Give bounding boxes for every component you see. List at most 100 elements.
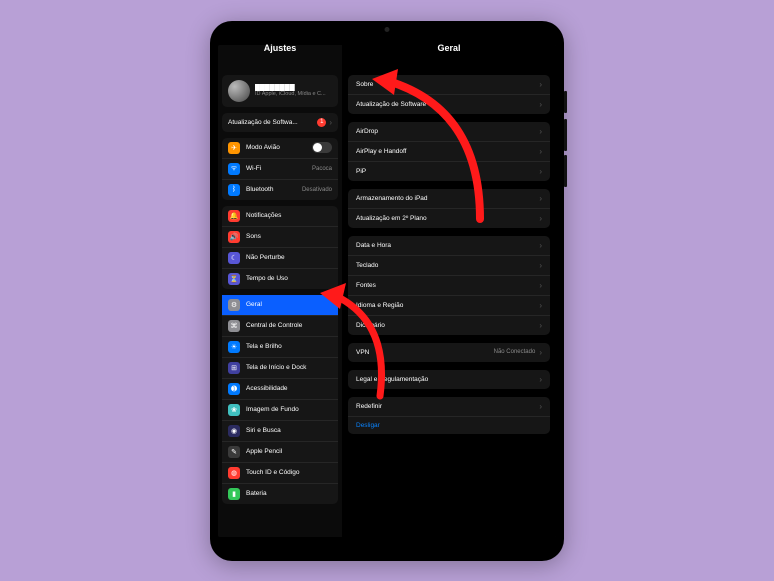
volume-up-button[interactable] <box>564 119 567 151</box>
airplane-icon: ✈ <box>228 142 240 154</box>
sidebar-item-imagem-de-fundo[interactable]: ❀ Imagem de Fundo <box>222 399 338 420</box>
chevron-right-icon: › <box>539 321 542 330</box>
detail-row-label: PiP <box>356 168 539 175</box>
chevron-right-icon: › <box>329 118 332 127</box>
sidebar-item-label: Bluetooth <box>246 186 298 193</box>
sidebar-item-label: Modo Avião <box>246 144 312 151</box>
volume-down-button[interactable] <box>564 155 567 187</box>
home-icon: ⊞ <box>228 362 240 374</box>
detail-row-label: Armazenamento do iPad <box>356 195 539 202</box>
detail-row-redefinir[interactable]: Redefinir› <box>348 397 550 416</box>
detail-row-atualiza-o-em-2-plano[interactable]: Atualização em 2º Plano› <box>348 208 550 228</box>
sidebar-group-connectivity: ✈Modo AviãoᯤWi-FiPacocaᛒBluetoothDesativ… <box>222 138 338 200</box>
sidebar-item-wi-fi[interactable]: ᯤWi-FiPacoca <box>222 158 338 179</box>
sidebar-item-label: Tempo de Uso <box>246 275 332 282</box>
sidebar-item-touch-id-e-c-digo[interactable]: ◍ Touch ID e Código <box>222 462 338 483</box>
sidebar-item-label: Notificações <box>246 212 332 219</box>
toggle-switch[interactable] <box>312 142 332 153</box>
moon-icon: ☾ <box>228 252 240 264</box>
detail-row-label: AirPlay e Handoff <box>356 148 539 155</box>
detail-row-teclado[interactable]: Teclado› <box>348 255 550 275</box>
detail-row-label: Dicionário <box>356 322 539 329</box>
sidebar-item-label: Imagem de Fundo <box>246 406 332 413</box>
sidebar-item-central-de-controle[interactable]: ⌘ Central de Controle <box>222 315 338 336</box>
sidebar-item-bluetooth[interactable]: ᛒBluetoothDesativado <box>222 179 338 200</box>
software-update-banner[interactable]: Atualização de Softwa... 1 › <box>222 113 338 132</box>
brightness-icon: ☀ <box>228 341 240 353</box>
chevron-right-icon: › <box>539 261 542 270</box>
bluetooth-icon: ᛒ <box>228 184 240 196</box>
detail-row-label: Sobre <box>356 81 539 88</box>
sidebar-item-siri-e-busca[interactable]: ◉ Siri e Busca <box>222 420 338 441</box>
sidebar-item-label: Wi-Fi <box>246 165 308 172</box>
accessibility-icon: ➊ <box>228 383 240 395</box>
sidebar-item-tempo-de-uso[interactable]: ⏳ Tempo de Uso <box>222 268 338 289</box>
detail-group-reset: Redefinir›Desligar <box>348 397 550 434</box>
siri-icon: ◉ <box>228 425 240 437</box>
screen: ████████ ID Apple, iCloud, Mídia e C... … <box>218 45 556 537</box>
power-button[interactable] <box>564 91 567 113</box>
sidebar-item-label: Touch ID e Código <box>246 469 332 476</box>
sidebar-item-modo-avi-o[interactable]: ✈ Modo Avião <box>222 138 338 158</box>
detail-row-dicion-rio[interactable]: Dicionário› <box>348 315 550 335</box>
detail-title: Geral <box>342 35 556 61</box>
detail-row-pip[interactable]: PiP› <box>348 161 550 181</box>
detail-row-idioma-e-regi-o[interactable]: Idioma e Região› <box>348 295 550 315</box>
detail-row-label: Data e Hora <box>356 242 539 249</box>
chevron-right-icon: › <box>539 100 542 109</box>
speaker-icon: 🔊 <box>228 231 240 243</box>
detail-row-airplay-e-handoff[interactable]: AirPlay e Handoff› <box>348 141 550 161</box>
detail-row-desligar[interactable]: Desligar <box>348 416 550 434</box>
sidebar-item-bateria[interactable]: ▮Bateria <box>222 483 338 504</box>
detail-row-armazenamento-do-ipad[interactable]: Armazenamento do iPad› <box>348 189 550 208</box>
chevron-right-icon: › <box>539 167 542 176</box>
avatar <box>228 80 250 102</box>
detail-row-legal-e-regulamenta-o[interactable]: Legal e Regulamentação› <box>348 370 550 389</box>
sidebar-item-label: Tela e Brilho <box>246 343 332 350</box>
front-camera <box>385 27 390 32</box>
sidebar-item-notifica-es[interactable]: 🔔Notificações <box>222 206 338 226</box>
chevron-right-icon: › <box>539 241 542 250</box>
control-icon: ⌘ <box>228 320 240 332</box>
wallpaper-icon: ❀ <box>228 404 240 416</box>
sidebar-item-acessibilidade[interactable]: ➊Acessibilidade <box>222 378 338 399</box>
profile-name: ████████ <box>255 84 326 91</box>
profile-text: ████████ ID Apple, iCloud, Mídia e C... <box>255 84 326 97</box>
sidebar-item-sons[interactable]: 🔊 Sons <box>222 226 338 247</box>
touchid-icon: ◍ <box>228 467 240 479</box>
detail-row-fontes[interactable]: Fontes› <box>348 275 550 295</box>
chevron-right-icon: › <box>539 301 542 310</box>
detail-row-label: Teclado <box>356 262 539 269</box>
wifi-icon: ᯤ <box>228 163 240 175</box>
detail-row-label: Idioma e Região <box>356 302 539 309</box>
detail-row-data-e-hora[interactable]: Data e Hora› <box>348 236 550 255</box>
detail-row-atualiza-o-de-software[interactable]: Atualização de Software› <box>348 94 550 114</box>
sidebar-item-tela-de-in-cio-e-dock[interactable]: ⊞Tela de Início e Dock <box>222 357 338 378</box>
detail-row-airdrop[interactable]: AirDrop› <box>348 122 550 141</box>
detail-group-storage: Armazenamento do iPad›Atualização em 2º … <box>348 189 550 228</box>
detail-row-label: Legal e Regulamentação <box>356 376 539 383</box>
sidebar-item-label: Siri e Busca <box>246 427 332 434</box>
sidebar-item-n-o-perturbe[interactable]: ☾Não Perturbe <box>222 247 338 268</box>
sidebar-item-geral[interactable]: ⚙Geral <box>222 295 338 315</box>
detail-row-vpn[interactable]: VPNNão Conectado› <box>348 343 550 362</box>
sidebar-item-label: Sons <box>246 233 332 240</box>
apple-id-profile[interactable]: ████████ ID Apple, iCloud, Mídia e C... <box>222 75 338 107</box>
detail-group-airdrop: AirDrop›AirPlay e Handoff›PiP› <box>348 122 550 181</box>
chevron-right-icon: › <box>539 402 542 411</box>
chevron-right-icon: › <box>539 375 542 384</box>
sidebar-item-tela-e-brilho[interactable]: ☀ Tela e Brilho <box>222 336 338 357</box>
sw-update-label: Atualização de Softwa... <box>228 119 298 126</box>
chevron-right-icon: › <box>539 80 542 89</box>
hourglass-icon: ⏳ <box>228 273 240 285</box>
detail-pane: Sobre›Atualização de Software› AirDrop›A… <box>342 45 556 537</box>
sidebar-item-label: Central de Controle <box>246 322 332 329</box>
detail-group-about: Sobre›Atualização de Software› <box>348 75 550 114</box>
sidebar-item-label: Bateria <box>246 490 332 497</box>
sidebar-item-apple-pencil[interactable]: ✎Apple Pencil <box>222 441 338 462</box>
settings-title: Ajustes <box>218 35 342 61</box>
detail-row-label: Redefinir <box>356 403 539 410</box>
detail-group-vpn: VPNNão Conectado› <box>348 343 550 362</box>
detail-row-label: Atualização de Software <box>356 101 539 108</box>
detail-row-sobre[interactable]: Sobre› <box>348 75 550 94</box>
